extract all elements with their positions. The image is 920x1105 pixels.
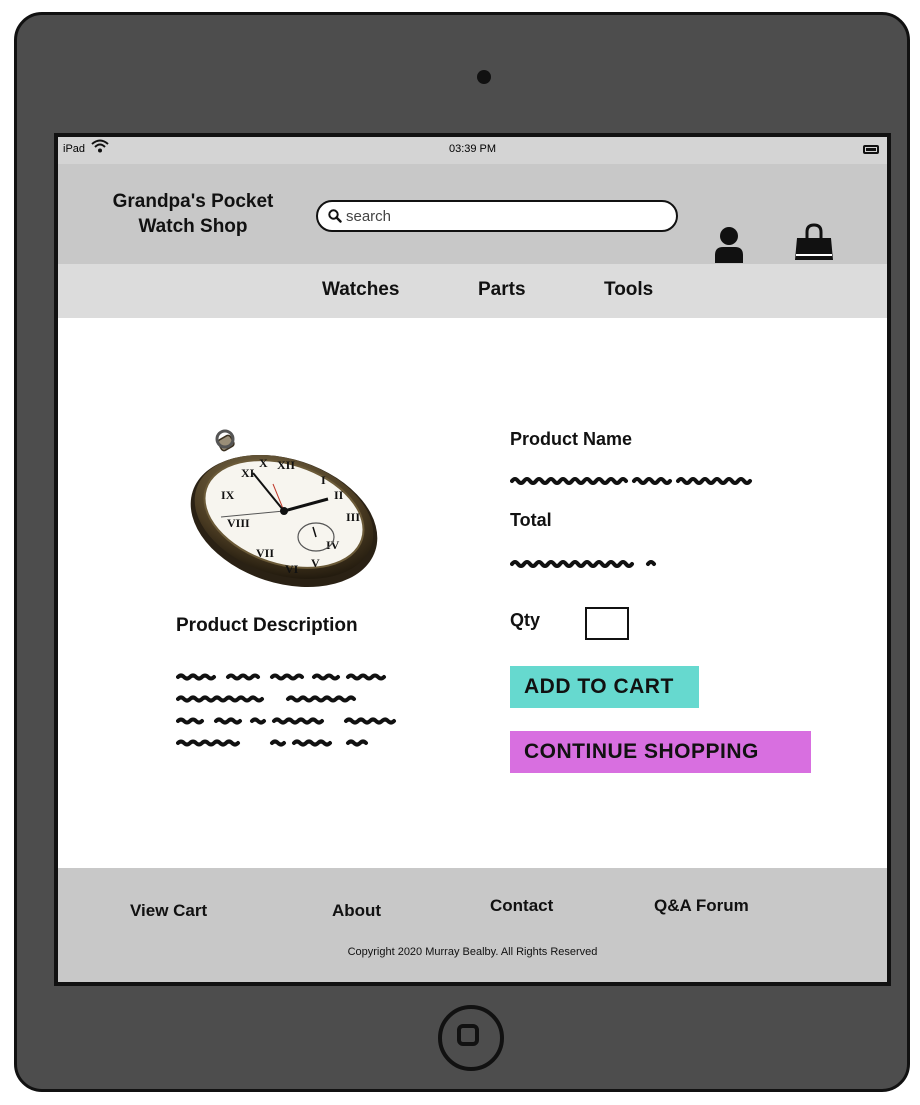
- home-button-icon[interactable]: [438, 1005, 504, 1071]
- shopping-bag-icon[interactable]: [792, 222, 836, 266]
- svg-text:IV: IV: [326, 538, 340, 552]
- copyright-text: Copyright 2020 Murray Bealby. All Rights…: [347, 946, 598, 958]
- site-header: Grandpa's Pocket Watch Shop: [58, 164, 887, 264]
- nav-item-tools[interactable]: Tools: [604, 279, 653, 301]
- logo-line-1: Grandpa's Pocket: [112, 191, 274, 212]
- search-input[interactable]: [344, 207, 668, 226]
- svg-text:II: II: [334, 488, 344, 502]
- camera-dot: [477, 70, 491, 84]
- main-nav: Watches Parts Tools: [58, 264, 887, 318]
- search-box[interactable]: [316, 200, 678, 232]
- user-icon[interactable]: [714, 226, 744, 264]
- nav-item-parts[interactable]: Parts: [478, 279, 526, 301]
- product-name-value: [510, 477, 752, 485]
- qty-input[interactable]: [585, 607, 629, 640]
- site-logo[interactable]: Grandpa's Pocket Watch Shop: [88, 189, 298, 239]
- continue-shopping-button[interactable]: CONTINUE SHOPPING: [510, 731, 811, 773]
- product-image: III IX XII VI I II XI VIII VII IV V X: [190, 429, 378, 588]
- svg-text:X: X: [259, 456, 268, 470]
- add-to-cart-button[interactable]: ADD TO CART: [510, 666, 699, 708]
- product-name-label: Product Name: [510, 429, 633, 449]
- footer-link-view-cart[interactable]: View Cart: [130, 901, 207, 921]
- svg-text:VI: VI: [285, 562, 299, 576]
- nav-item-watches[interactable]: Watches: [322, 279, 399, 301]
- search-icon: [328, 209, 342, 223]
- svg-text:III: III: [346, 510, 360, 524]
- total-value: [510, 560, 656, 568]
- svg-text:XII: XII: [277, 458, 295, 472]
- svg-text:V: V: [311, 556, 320, 570]
- footer-link-about[interactable]: About: [332, 901, 381, 921]
- site-footer: View Cart About Contact Q&A Forum Copyri…: [58, 868, 887, 982]
- screen: iPad 03:39 PM Grandpa's Pocket Watch Sho…: [54, 133, 891, 986]
- battery-icon: [863, 145, 879, 154]
- logo-line-2: Watch Shop: [138, 216, 248, 237]
- svg-text:IX: IX: [221, 488, 235, 502]
- product-description-label: Product Description: [176, 615, 358, 636]
- status-bar: iPad 03:39 PM: [58, 137, 887, 164]
- total-label: Total: [510, 510, 552, 530]
- svg-text:VIII: VIII: [227, 516, 250, 530]
- svg-text:VII: VII: [256, 546, 274, 560]
- product-description-text: [176, 673, 396, 747]
- svg-text:I: I: [321, 473, 326, 487]
- status-time: 03:39 PM: [448, 143, 497, 155]
- qty-label: Qty: [510, 610, 541, 630]
- footer-link-contact[interactable]: Contact: [490, 896, 553, 916]
- svg-text:XI: XI: [241, 466, 255, 480]
- footer-link-qa-forum[interactable]: Q&A Forum: [654, 896, 749, 916]
